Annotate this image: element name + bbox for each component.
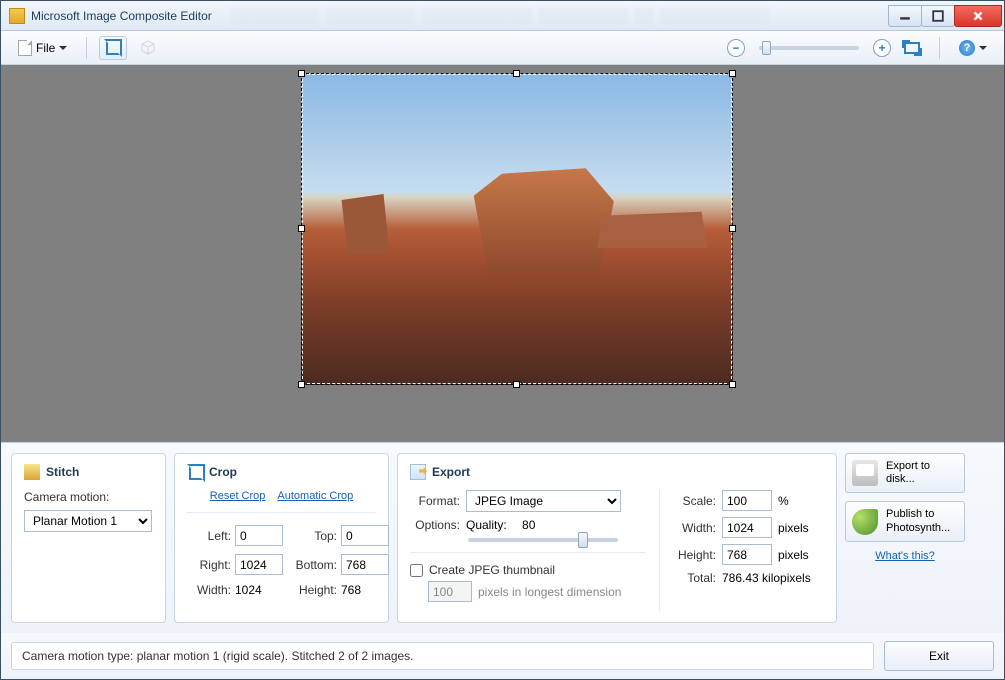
thumbnail-size-input: [428, 581, 472, 602]
export-icon: [410, 464, 426, 480]
crop-panel: Crop Reset Crop Automatic Crop Left: Top…: [174, 453, 389, 623]
height-unit: pixels: [778, 548, 809, 562]
fit-icon: [904, 42, 920, 54]
quality-thumb[interactable]: [578, 532, 588, 548]
canvas-area[interactable]: [1, 65, 1004, 442]
crop-bottom-input[interactable]: [341, 554, 389, 575]
stitch-icon: [24, 464, 40, 480]
zoom-out-button[interactable]: −: [727, 39, 745, 57]
window-title: Microsoft Image Composite Editor: [31, 9, 212, 23]
side-actions: Export to disk... Publish to Photosynth.…: [845, 453, 965, 623]
total-label: Total:: [672, 571, 716, 585]
crop-width-value: 1024: [235, 583, 293, 597]
close-button[interactable]: [954, 5, 1002, 27]
crop-bottom-label: Bottom:: [293, 558, 341, 572]
minimize-button[interactable]: [888, 5, 922, 27]
reset-crop-link[interactable]: Reset Crop: [210, 490, 266, 502]
panels-row: Stitch Camera motion: Planar Motion 1 Cr…: [1, 442, 1004, 633]
thumbnail-size-label: pixels in longest dimension: [478, 585, 621, 599]
crop-top-input[interactable]: [341, 525, 389, 546]
automatic-crop-link[interactable]: Automatic Crop: [277, 490, 353, 502]
width-unit: pixels: [778, 521, 809, 535]
scale-label: Scale:: [672, 494, 716, 508]
whats-this-link[interactable]: What's this?: [845, 550, 965, 562]
status-bar: Camera motion type: planar motion 1 (rig…: [1, 633, 1004, 679]
help-menu-button[interactable]: ?: [952, 36, 994, 60]
export-width-label: Width:: [672, 521, 716, 535]
quality-value: 80: [522, 518, 535, 532]
publish-label: Publish to Photosynth...: [886, 508, 958, 534]
options-label: Options:: [410, 518, 460, 532]
stitched-image: [301, 73, 733, 385]
crop-right-label: Right:: [187, 558, 235, 572]
export-width-input[interactable]: [722, 517, 772, 538]
background-tabs: [230, 7, 889, 25]
scale-unit: %: [778, 494, 789, 508]
crop-height-value: 768: [341, 583, 399, 597]
maximize-button[interactable]: [921, 5, 955, 27]
window-controls: [889, 5, 1002, 27]
image-preview[interactable]: [301, 73, 733, 385]
crop-left-input[interactable]: [235, 525, 283, 546]
exit-button[interactable]: Exit: [884, 641, 994, 671]
publish-photosynth-button[interactable]: Publish to Photosynth...: [845, 501, 965, 541]
total-value: 786.43 kilopixels: [722, 571, 811, 585]
cube-icon: [140, 40, 156, 56]
quality-slider[interactable]: [468, 538, 618, 542]
photosynth-icon: [852, 509, 878, 535]
quality-label: Quality:: [466, 518, 507, 532]
crop-icon: [106, 41, 120, 55]
chevron-down-icon: [59, 46, 67, 50]
create-thumbnail-label: Create JPEG thumbnail: [429, 563, 555, 577]
crop-left-label: Left:: [187, 529, 235, 543]
stitch-title: Stitch: [46, 465, 79, 479]
zoom-in-button[interactable]: +: [873, 39, 891, 57]
export-height-label: Height:: [672, 548, 716, 562]
format-select[interactable]: JPEG Image: [466, 490, 621, 512]
status-text: Camera motion type: planar motion 1 (rig…: [11, 642, 874, 670]
crop-panel-icon: [187, 464, 203, 480]
format-label: Format:: [410, 494, 460, 508]
help-icon: ?: [959, 40, 975, 56]
export-height-input[interactable]: [722, 544, 772, 565]
disk-icon: [852, 460, 878, 486]
zoom-slider[interactable]: [759, 46, 859, 50]
crop-right-input[interactable]: [235, 554, 283, 575]
app-icon: [9, 8, 25, 24]
crop-height-label: Height:: [293, 583, 341, 597]
export-to-disk-label: Export to disk...: [886, 460, 958, 486]
create-thumbnail-checkbox[interactable]: [410, 564, 423, 577]
cube-tool-button: [133, 36, 163, 60]
chevron-down-icon: [979, 46, 987, 50]
titlebar: Microsoft Image Composite Editor: [1, 1, 1004, 31]
scale-input[interactable]: [722, 490, 772, 511]
export-title: Export: [432, 465, 470, 479]
zoom-thumb[interactable]: [762, 41, 771, 55]
file-icon: [18, 40, 32, 56]
crop-title: Crop: [209, 465, 237, 479]
camera-motion-label: Camera motion:: [24, 490, 109, 504]
fit-to-screen-button[interactable]: [897, 36, 927, 60]
crop-tool-button[interactable]: [99, 36, 127, 60]
app-window: Microsoft Image Composite Editor File − …: [0, 0, 1005, 680]
toolbar: File − + ?: [1, 31, 1004, 65]
export-panel: Export Format: JPEG Image Options: Quali…: [397, 453, 837, 623]
stitch-panel: Stitch Camera motion: Planar Motion 1: [11, 453, 166, 623]
export-to-disk-button[interactable]: Export to disk...: [845, 453, 965, 493]
file-label: File: [36, 41, 55, 55]
file-menu-button[interactable]: File: [11, 36, 74, 60]
crop-width-label: Width:: [187, 583, 235, 597]
camera-motion-select[interactable]: Planar Motion 1: [24, 510, 152, 532]
crop-top-label: Top:: [293, 529, 341, 543]
